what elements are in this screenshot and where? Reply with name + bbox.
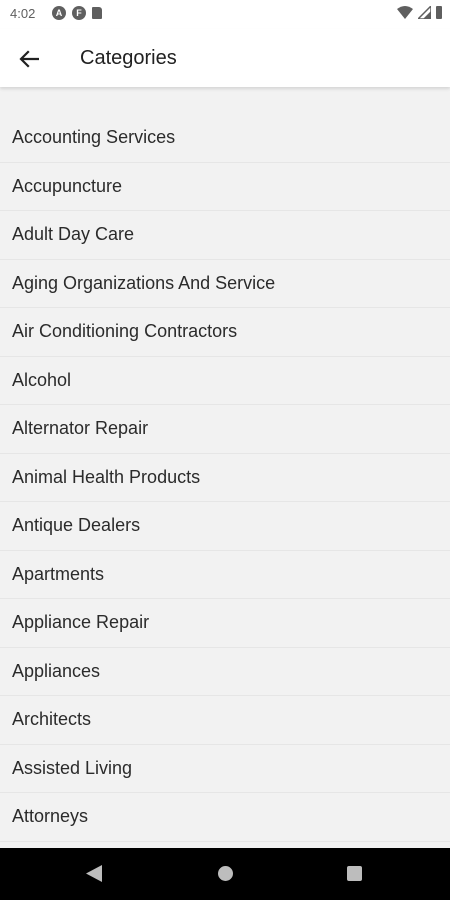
category-item-appliances[interactable]: Appliances	[0, 648, 450, 696]
category-item-architects[interactable]: Architects	[0, 696, 450, 745]
category-item-accupuncture[interactable]: Accupuncture	[0, 163, 450, 211]
category-item-accounting-services[interactable]: Accounting Services	[0, 114, 450, 163]
category-list: Accounting Services Accupuncture Adult D…	[0, 114, 450, 842]
back-button[interactable]	[14, 44, 44, 74]
category-item-antique-dealers[interactable]: Antique Dealers	[0, 502, 450, 551]
status-bar: 4:02 A F	[0, 0, 450, 29]
category-item-air-conditioning-contractors[interactable]: Air Conditioning Contractors	[0, 308, 450, 357]
category-item-alternator-repair[interactable]: Alternator Repair	[0, 405, 450, 454]
system-nav-bar	[0, 848, 450, 900]
wifi-icon	[397, 6, 413, 19]
notification-f-icon: F	[72, 6, 86, 20]
notification-a-icon: A	[52, 6, 66, 20]
status-system-icons	[397, 6, 442, 19]
status-time: 4:02	[10, 6, 36, 21]
nav-recents-icon[interactable]	[347, 866, 362, 881]
arrow-back-icon	[19, 50, 39, 68]
app-bar: Categories	[0, 29, 450, 87]
signal-icon	[418, 6, 431, 19]
category-item-appliance-repair[interactable]: Appliance Repair	[0, 599, 450, 648]
nav-home-icon[interactable]	[218, 866, 233, 881]
battery-icon	[436, 6, 442, 19]
category-item-apartments[interactable]: Apartments	[0, 551, 450, 599]
page-title: Categories	[80, 47, 177, 69]
category-item-aging-organizations[interactable]: Aging Organizations And Service	[0, 260, 450, 308]
nav-back-icon[interactable]	[86, 865, 102, 882]
category-item-adult-day-care[interactable]: Adult Day Care	[0, 211, 450, 260]
sd-card-icon	[92, 7, 102, 19]
category-item-assisted-living[interactable]: Assisted Living	[0, 745, 450, 793]
status-notification-icons: A F	[52, 6, 102, 20]
category-item-attorneys[interactable]: Attorneys	[0, 793, 450, 842]
category-item-alcohol[interactable]: Alcohol	[0, 357, 450, 405]
category-item-animal-health-products[interactable]: Animal Health Products	[0, 454, 450, 502]
